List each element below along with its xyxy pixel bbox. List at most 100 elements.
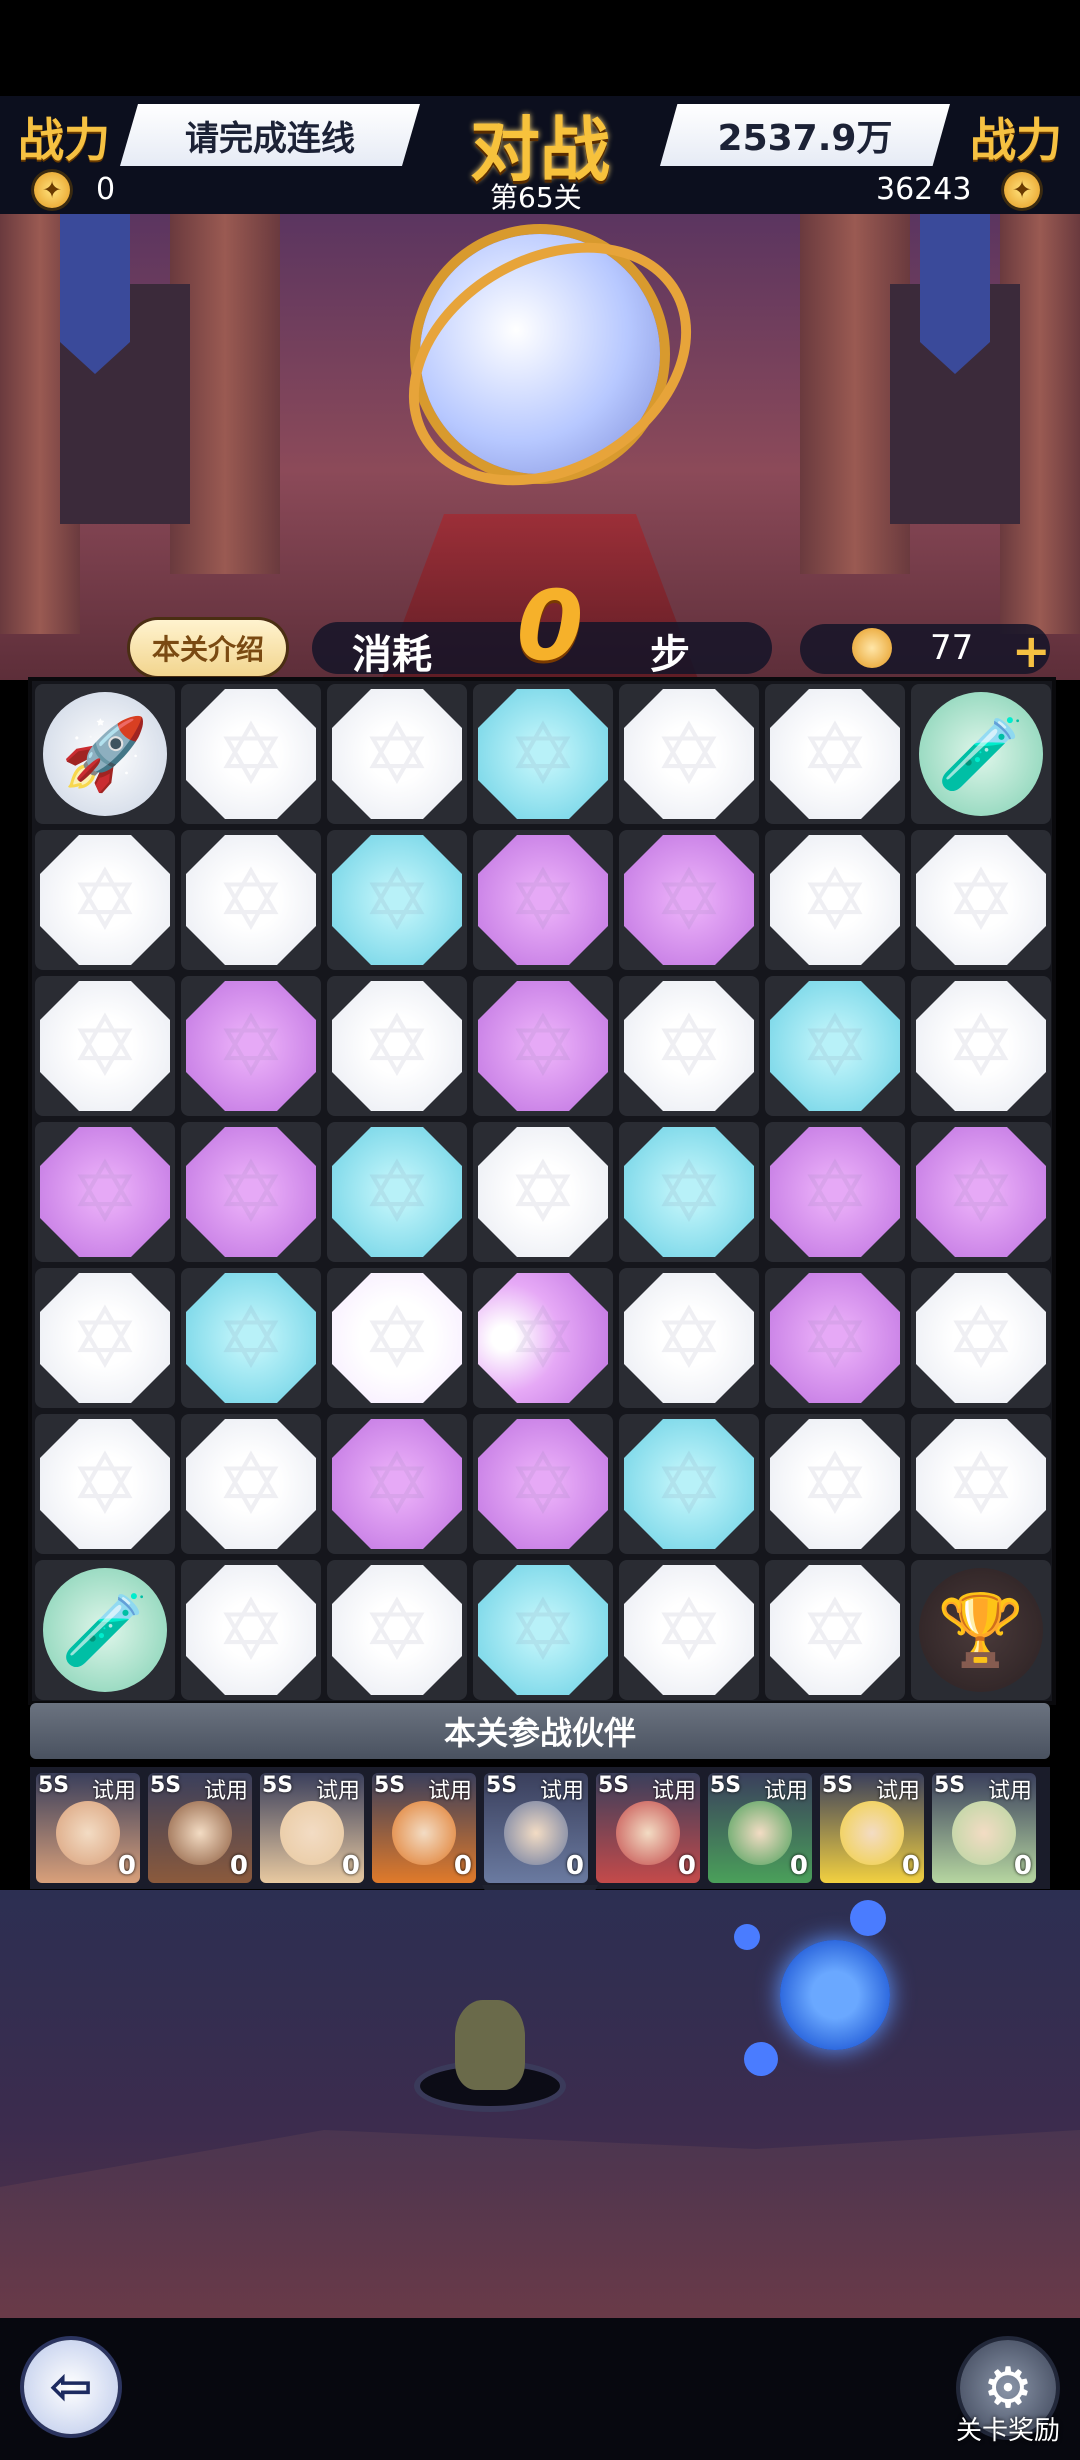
level-intro-button[interactable]: 本关介绍 (130, 620, 286, 676)
trophy-icon[interactable]: 🏆 (919, 1568, 1043, 1692)
board-cell[interactable]: ✡ (327, 1414, 467, 1554)
white-tile[interactable]: ✡ (916, 981, 1046, 1111)
board-cell[interactable]: ✡ (619, 976, 759, 1116)
board-cell[interactable]: ✡ (911, 830, 1051, 970)
white-tile[interactable]: ✡ (186, 1565, 316, 1695)
board-cell[interactable]: ✡ (765, 976, 905, 1116)
board-cell[interactable]: ✡ (619, 830, 759, 970)
board-cell[interactable]: ✡ (35, 1414, 175, 1554)
board-cell[interactable]: ✡ (181, 830, 321, 970)
potion-icon[interactable]: 🧪 (919, 692, 1043, 816)
white-tile[interactable]: ✡ (624, 1273, 754, 1403)
board-cell[interactable]: ✡ (473, 1122, 613, 1262)
purple-tile[interactable]: ✡ (770, 1273, 900, 1403)
board-cell[interactable]: ✡ (765, 1268, 905, 1408)
white-tile[interactable]: ✡ (332, 1565, 462, 1695)
white-tile[interactable]: ✡ (332, 689, 462, 819)
board-cell[interactable]: ✡ (473, 976, 613, 1116)
board-cell[interactable]: ✡ (181, 976, 321, 1116)
board-cell[interactable]: ✡ (619, 1560, 759, 1700)
white-tile[interactable]: ✡ (624, 981, 754, 1111)
white-tile[interactable]: ✡ (40, 835, 170, 965)
board-cell[interactable]: ✡ (765, 1122, 905, 1262)
white-tile[interactable]: ✡ (770, 835, 900, 965)
board-cell[interactable]: ✡ (327, 1560, 467, 1700)
partner-card[interactable]: 5S 试用 0 (596, 1773, 700, 1883)
white-tile[interactable]: ✡ (916, 1273, 1046, 1403)
white-tile[interactable]: ✡ (186, 689, 316, 819)
partner-card[interactable]: 5S 试用 0 (820, 1773, 924, 1883)
white-tile[interactable]: ✡ (186, 1419, 316, 1549)
board-cell[interactable]: 🏆 (911, 1560, 1051, 1700)
add-coin-button[interactable]: + (1012, 624, 1051, 678)
board-cell[interactable]: 🧪 (911, 684, 1051, 824)
white-tile[interactable]: ✡ (770, 1565, 900, 1695)
white-tile[interactable]: ✡ (624, 1565, 754, 1695)
purple-tile[interactable]: ✡ (624, 835, 754, 965)
glow-purple-tile[interactable]: ✡ (478, 1273, 608, 1403)
board-cell[interactable]: 🚀 (35, 684, 175, 824)
board-cell[interactable]: ✡ (473, 1268, 613, 1408)
partner-card[interactable]: 5S 试用 0 (148, 1773, 252, 1883)
board-cell[interactable]: ✡ (181, 1414, 321, 1554)
purple-tile[interactable]: ✡ (478, 1419, 608, 1549)
partner-card[interactable]: 5S 试用 0 (260, 1773, 364, 1883)
purple-tile[interactable]: ✡ (770, 1127, 900, 1257)
board-cell[interactable]: ✡ (911, 1268, 1051, 1408)
white-tile[interactable]: ✡ (332, 981, 462, 1111)
white-tile[interactable]: ✡ (916, 835, 1046, 965)
purple-tile[interactable]: ✡ (40, 1127, 170, 1257)
board-cell[interactable]: ✡ (327, 830, 467, 970)
white-tile[interactable]: ✡ (40, 1273, 170, 1403)
board-cell[interactable]: ✡ (35, 830, 175, 970)
partner-card[interactable]: 5S 试用 0 (484, 1773, 588, 1883)
purple-tile[interactable]: ✡ (332, 1419, 462, 1549)
white-tile[interactable]: ✡ (40, 1419, 170, 1549)
blue-tile[interactable]: ✡ (478, 689, 608, 819)
board-cell[interactable]: ✡ (473, 830, 613, 970)
purple-tile[interactable]: ✡ (916, 1127, 1046, 1257)
board-cell[interactable]: ✡ (327, 684, 467, 824)
board-cell[interactable]: ✡ (619, 1268, 759, 1408)
blue-tile[interactable]: ✡ (770, 981, 900, 1111)
board-cell[interactable]: ✡ (619, 1122, 759, 1262)
board-cell[interactable]: ✡ (181, 1560, 321, 1700)
rocket-icon[interactable]: 🚀 (43, 692, 167, 816)
partner-card[interactable]: 5S 试用 0 (372, 1773, 476, 1883)
board-cell[interactable]: ✡ (473, 1560, 613, 1700)
board-cell[interactable]: ✡ (765, 1560, 905, 1700)
board-cell[interactable]: 🧪 (35, 1560, 175, 1700)
board-cell[interactable]: ✡ (181, 1268, 321, 1408)
board-cell[interactable]: ✡ (327, 1122, 467, 1262)
board-cell[interactable]: ✡ (765, 1414, 905, 1554)
board-cell[interactable]: ✡ (181, 684, 321, 824)
board-cell[interactable]: ✡ (35, 1268, 175, 1408)
board-cell[interactable]: ✡ (765, 830, 905, 970)
blue-tile[interactable]: ✡ (624, 1419, 754, 1549)
board-cell[interactable]: ✡ (327, 1268, 467, 1408)
white-tile[interactable]: ✡ (186, 835, 316, 965)
partner-card[interactable]: 5S 试用 0 (708, 1773, 812, 1883)
white-tile[interactable]: ✡ (624, 689, 754, 819)
white-tile[interactable]: ✡ (40, 981, 170, 1111)
glow-tile[interactable]: ✡ (332, 1273, 462, 1403)
board-cell[interactable]: ✡ (911, 976, 1051, 1116)
board-cell[interactable]: ✡ (473, 684, 613, 824)
purple-tile[interactable]: ✡ (186, 981, 316, 1111)
board-cell[interactable]: ✡ (911, 1122, 1051, 1262)
blue-tile[interactable]: ✡ (478, 1565, 608, 1695)
purple-tile[interactable]: ✡ (478, 835, 608, 965)
board-cell[interactable]: ✡ (911, 1414, 1051, 1554)
white-tile[interactable]: ✡ (770, 1419, 900, 1549)
board-cell[interactable]: ✡ (35, 1122, 175, 1262)
board-cell[interactable]: ✡ (473, 1414, 613, 1554)
board-cell[interactable]: ✡ (765, 684, 905, 824)
board-cell[interactable]: ✡ (619, 1414, 759, 1554)
blue-tile[interactable]: ✡ (186, 1273, 316, 1403)
blue-tile[interactable]: ✡ (332, 1127, 462, 1257)
purple-tile[interactable]: ✡ (186, 1127, 316, 1257)
board-cell[interactable]: ✡ (181, 1122, 321, 1262)
white-tile[interactable]: ✡ (770, 689, 900, 819)
partner-card[interactable]: 5S 试用 0 (36, 1773, 140, 1883)
blue-tile[interactable]: ✡ (624, 1127, 754, 1257)
